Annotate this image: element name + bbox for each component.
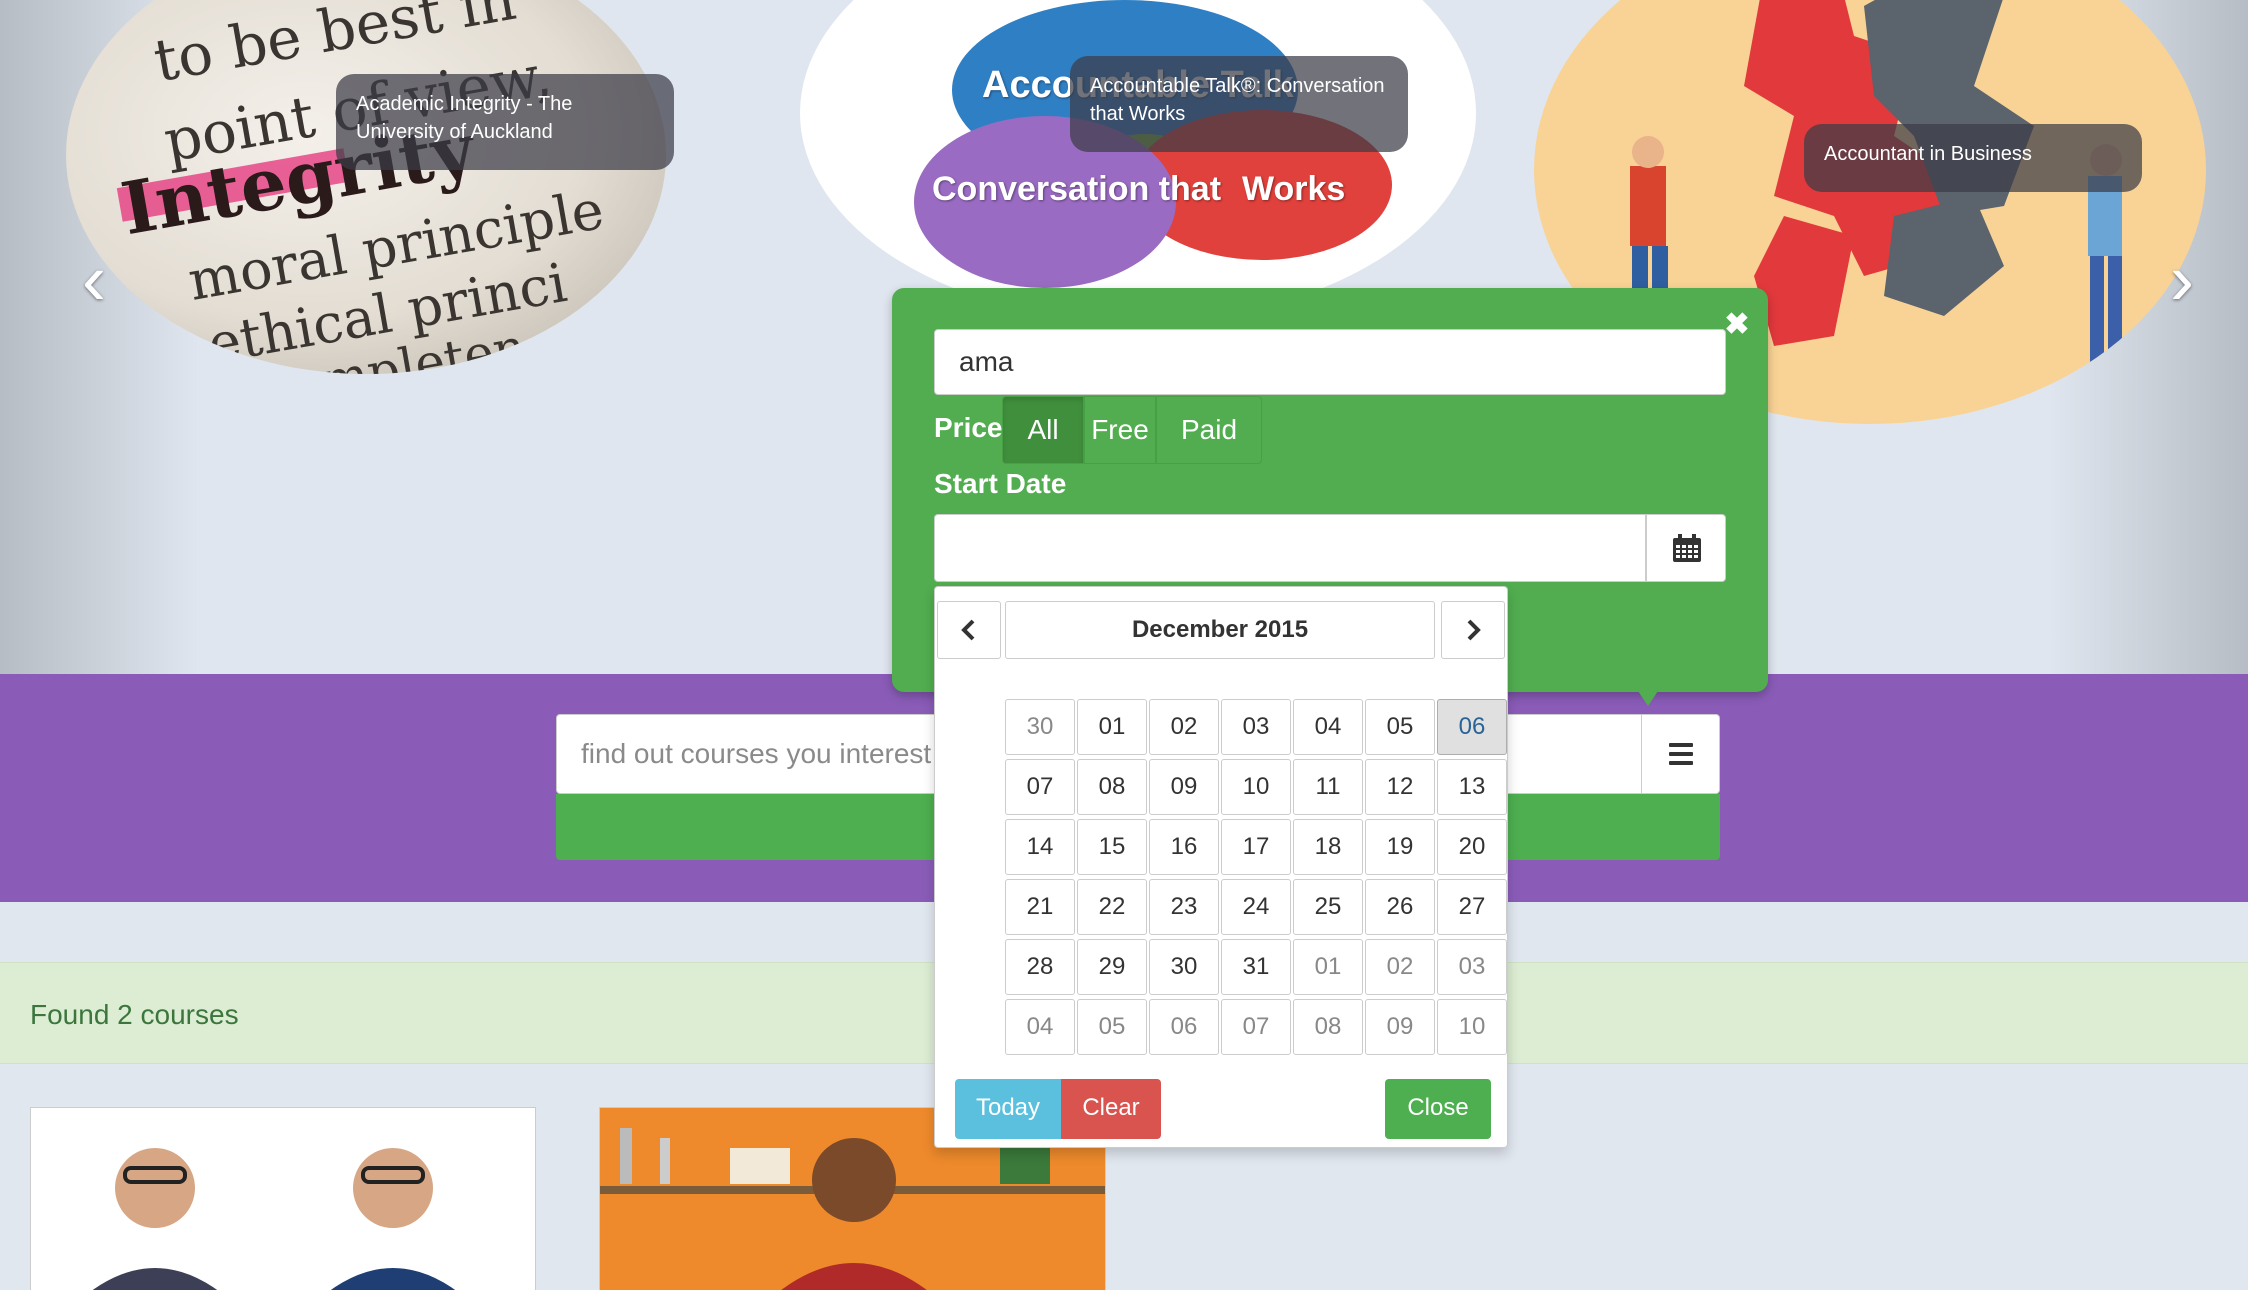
calendar-day[interactable]: 05 [1365,699,1435,755]
calendar-day[interactable]: 20 [1437,819,1507,875]
chevron-left-icon[interactable]: ‹ [64,240,124,320]
slide-caption[interactable]: Academic Integrity - The University of A… [336,74,674,170]
calendar-week-row: 04 05 06 07 08 09 10 [1005,999,1509,1059]
calendar-button[interactable] [1646,514,1726,582]
price-label: Price [934,412,1003,443]
calendar-day[interactable]: 10 [1437,999,1507,1055]
clear-button[interactable]: Clear [1061,1079,1161,1139]
calendar-day[interactable]: 25 [1293,879,1363,935]
calendar-day[interactable]: 06 [1149,999,1219,1055]
calendar-day[interactable]: 13 [1437,759,1507,815]
calendar-icon [1673,534,1701,562]
calendar-day[interactable]: 02 [1365,939,1435,995]
calendar-day[interactable]: 29 [1077,939,1147,995]
calendar-day[interactable]: 07 [1005,759,1075,815]
calendar-day[interactable]: 05 [1077,999,1147,1055]
calendar-day[interactable]: 24 [1221,879,1291,935]
slide-image-word: Works [1242,170,1346,208]
calendar-day[interactable]: 07 [1221,999,1291,1055]
slide-caption[interactable]: Accountant in Business [1804,124,2142,192]
slide-caption[interactable]: Accountable Talk®: Conversation that Wor… [1070,56,1408,152]
chevron-right-icon [1467,619,1481,641]
calendar-day[interactable]: 12 [1365,759,1435,815]
price-option-free[interactable]: Free [1084,396,1156,464]
course-thumbnail-image [31,1108,535,1290]
calendar-day[interactable]: 30 [1149,939,1219,995]
datepicker: December 2015 30 01 02 03 04 05 06 07 08 09 10 11 12… [934,586,1508,1148]
chevron-left-icon [961,619,975,641]
calendar-day[interactable]: 02 [1149,699,1219,755]
calendar-day[interactable]: 03 [1221,699,1291,755]
month-year-switch[interactable]: December 2015 [1005,601,1435,659]
popover-tail [1636,688,1660,706]
calendar-week-row: 28 29 30 31 01 02 03 [1005,939,1509,999]
close-icon[interactable]: ✖ [1722,310,1752,340]
calendar-day[interactable]: 03 [1437,939,1507,995]
keyword-input[interactable] [934,329,1726,395]
prev-month-button[interactable] [937,601,1001,659]
course-card-thumbnail[interactable] [30,1107,536,1290]
calendar-day[interactable]: 27 [1437,879,1507,935]
calendar-day[interactable]: 09 [1149,759,1219,815]
calendar-day[interactable]: 14 [1005,819,1075,875]
calendar-day[interactable]: 28 [1005,939,1075,995]
calendar-day[interactable]: 31 [1221,939,1291,995]
price-option-paid[interactable]: Paid [1156,396,1262,464]
start-date-label: Start Date [934,468,1067,499]
next-month-button[interactable] [1441,601,1505,659]
calendar-day[interactable]: 06 [1437,699,1507,755]
slide-image-word: Conversation that [932,170,1222,208]
slide-image-accountable-talk[interactable]: Accountable Talk Conversation that Works [800,0,1476,322]
chevron-right-icon[interactable]: › [2152,240,2212,320]
calendar-day[interactable]: 21 [1005,879,1075,935]
calendar-day[interactable]: 11 [1293,759,1363,815]
calendar-day[interactable]: 22 [1077,879,1147,935]
calendar-day[interactable]: 08 [1077,759,1147,815]
price-toggle-group: All Free Paid [1002,396,1262,464]
calendar-day[interactable]: 10 [1221,759,1291,815]
calendar-week-row: 14 15 16 17 18 19 20 [1005,819,1509,879]
calendar-day[interactable]: 16 [1149,819,1219,875]
calendar-day[interactable]: 18 [1293,819,1363,875]
calendar-day[interactable]: 08 [1293,999,1363,1055]
calendar-day[interactable]: 04 [1005,999,1075,1055]
calendar-week-row: 07 08 09 10 11 12 13 [1005,759,1509,819]
calendar-week-row: 21 22 23 24 25 26 27 [1005,879,1509,939]
calendar-day[interactable]: 04 [1293,699,1363,755]
calendar-grid: 30 01 02 03 04 05 06 07 08 09 10 11 12 13 14 15 16 17 18 19… [1005,699,1509,1059]
start-date-input[interactable] [934,514,1646,582]
calendar-day[interactable]: 30 [1005,699,1075,755]
calendar-week-row: 30 01 02 03 04 05 06 [1005,699,1509,759]
calendar-day[interactable]: 09 [1365,999,1435,1055]
close-button[interactable]: Close [1385,1079,1491,1139]
menu-icon[interactable] [1641,715,1719,793]
calendar-day[interactable]: 26 [1365,879,1435,935]
calendar-day[interactable]: 19 [1365,819,1435,875]
calendar-day[interactable]: 17 [1221,819,1291,875]
calendar-day[interactable]: 01 [1293,939,1363,995]
today-button[interactable]: Today [955,1079,1061,1139]
results-count-text: Found 2 courses [30,999,239,1030]
price-option-all[interactable]: All [1002,396,1084,464]
calendar-day[interactable]: 15 [1077,819,1147,875]
calendar-day[interactable]: 01 [1077,699,1147,755]
calendar-day[interactable]: 23 [1149,879,1219,935]
